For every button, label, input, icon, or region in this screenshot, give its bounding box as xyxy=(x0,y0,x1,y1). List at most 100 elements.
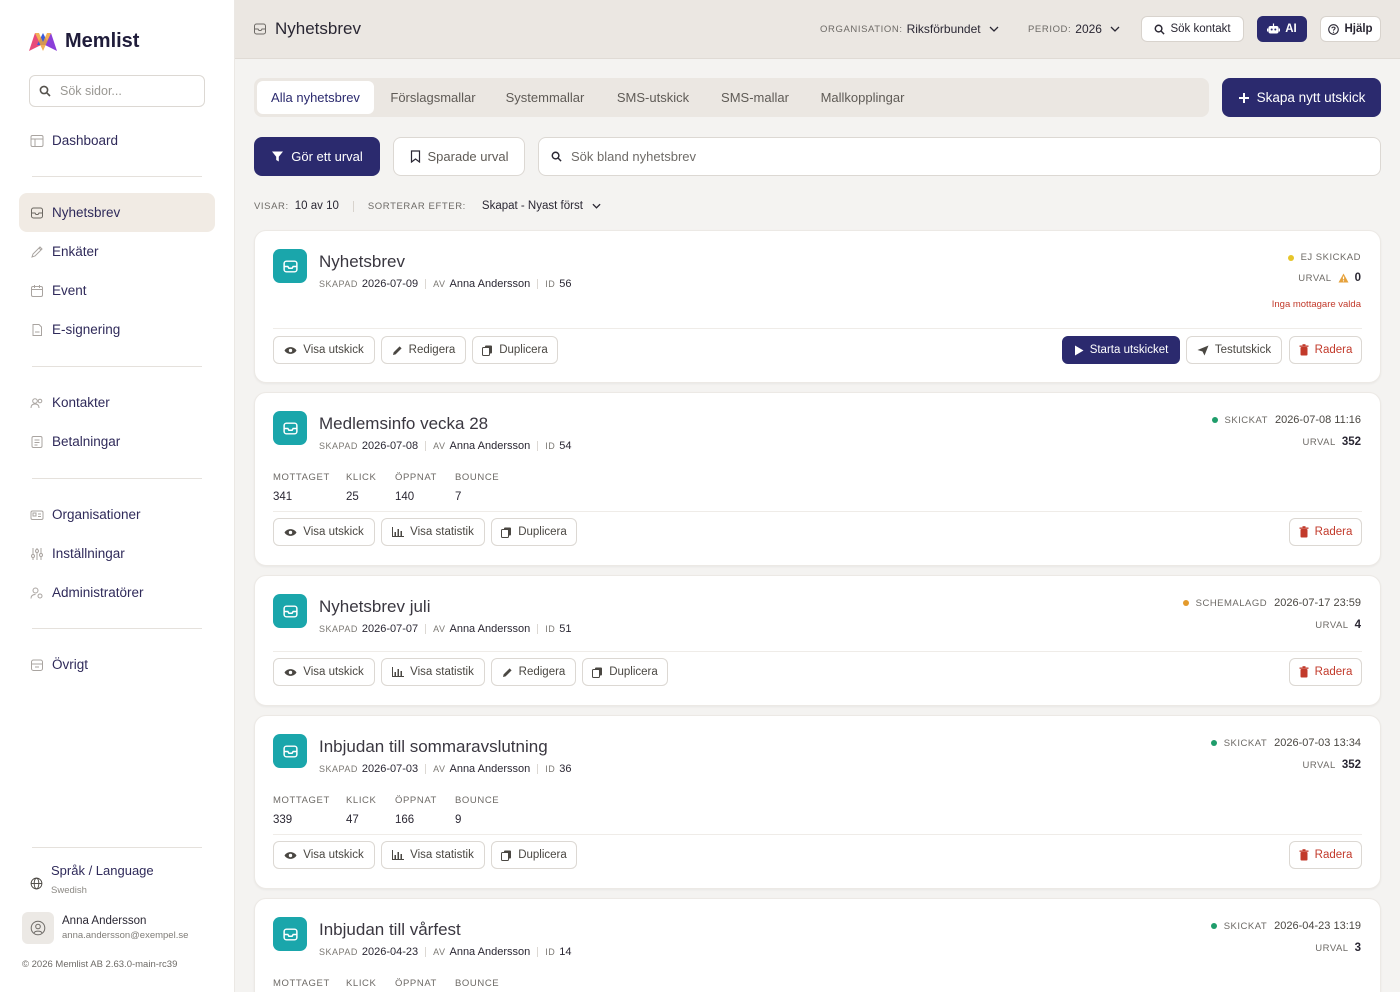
card-title[interactable]: Medlemsinfo vecka 28 xyxy=(319,414,488,434)
card-title[interactable]: Nyhetsbrev juli xyxy=(319,597,431,617)
help-button[interactable]: Hjälp xyxy=(1320,16,1381,42)
duplicate-button[interactable]: Duplicera xyxy=(491,841,577,869)
sidebar-item-esign[interactable]: E-signering xyxy=(19,310,215,349)
sidebar-item-newsletter[interactable]: Nyhetsbrev xyxy=(19,193,215,232)
tab-all-newsletters[interactable]: Alla nyhetsbrev xyxy=(257,81,374,114)
search-contact-button[interactable]: Sök kontakt xyxy=(1141,16,1244,42)
sort-value[interactable]: Skapat - Nyast först xyxy=(482,200,583,212)
sidebar-item-surveys[interactable]: Enkäter xyxy=(19,232,215,271)
play-icon xyxy=(1074,345,1084,355)
create-sendout-label: Skapa nytt utskick xyxy=(1256,90,1366,105)
view-statistics-button[interactable]: Visa statistik xyxy=(381,841,485,869)
send-icon xyxy=(1197,345,1209,355)
card-title[interactable]: Inbjudan till sommaravslutning xyxy=(319,737,548,757)
language-selector[interactable]: Språk / Language Swedish xyxy=(30,863,154,896)
card-title[interactable]: Nyhetsbrev xyxy=(319,252,405,272)
delete-button[interactable]: Radera xyxy=(1289,336,1362,364)
sidebar-item-label: Organisationer xyxy=(52,507,141,522)
status-dot xyxy=(1210,740,1217,746)
sidebar-item-settings[interactable]: Inställningar xyxy=(19,534,215,573)
urval-label: URVAL xyxy=(1315,942,1349,954)
warning-icon xyxy=(1338,273,1349,283)
sidebar-item-other[interactable]: Övrigt xyxy=(19,645,215,684)
tab-sms-sendouts[interactable]: SMS-utskick xyxy=(604,81,702,114)
sidebar-item-organisations[interactable]: Organisationer xyxy=(19,495,215,534)
stat-label: ÖPPNAT xyxy=(395,795,437,806)
created-label: SKAPAD xyxy=(319,279,358,289)
tab-suggestion-templates[interactable]: Förslagsmallar xyxy=(378,81,488,114)
view-statistics-button[interactable]: Visa statistik xyxy=(381,658,485,686)
create-sendout-button[interactable]: Skapa nytt utskick xyxy=(1222,78,1381,117)
tab-sms-templates[interactable]: SMS-mallar xyxy=(710,81,800,114)
sidebar-item-payments[interactable]: Betalningar xyxy=(19,422,215,461)
action-label: Radera xyxy=(1314,666,1353,678)
sendout-stats: MOTTAGET 341 KLICK 25 ÖPPNAT 140 BOUNCE 7 xyxy=(273,472,515,503)
card-meta: SKAPAD 2026-07-07 AV Anna Andersson ID 51 xyxy=(319,623,571,635)
sidebar-item-admins[interactable]: Administratörer xyxy=(19,573,215,612)
organisation-select[interactable]: ORGANISATION: Riksförbundet xyxy=(820,22,999,36)
chevron-down-icon[interactable] xyxy=(592,203,601,209)
trash-icon xyxy=(1299,849,1309,861)
stat-bounce: BOUNCE 7 xyxy=(455,472,515,503)
created-label: SKAPAD xyxy=(319,764,358,774)
globe-icon xyxy=(30,877,43,890)
sidebar-divider xyxy=(32,176,202,177)
stat-label: ÖPPNAT xyxy=(395,978,437,989)
edit-button[interactable]: Redigera xyxy=(381,336,466,364)
action-label: Duplicera xyxy=(609,666,658,678)
urval-value: 352 xyxy=(1341,759,1361,771)
edit-button[interactable]: Redigera xyxy=(491,658,576,686)
sidebar-item-event[interactable]: Event xyxy=(19,271,215,310)
stat-label: MOTTAGET xyxy=(273,978,330,989)
ai-button[interactable]: AI xyxy=(1257,16,1307,42)
card-title[interactable]: Inbjudan till vårfest xyxy=(319,920,461,940)
brand-logo[interactable]: Memlist xyxy=(28,30,139,53)
urval-count: URVAL 3 xyxy=(1315,942,1361,954)
sidebar-divider xyxy=(32,847,202,848)
duplicate-button[interactable]: Duplicera xyxy=(491,518,577,546)
delete-button[interactable]: Radera xyxy=(1289,658,1362,686)
newsletter-search-input[interactable] xyxy=(571,149,1351,164)
test-sendout-button[interactable]: Testutskick xyxy=(1186,336,1282,364)
stat-opened: ÖPPNAT xyxy=(395,978,455,989)
make-selection-label: Gör ett urval xyxy=(291,149,363,164)
sidebar-item-contacts[interactable]: Kontakter xyxy=(19,383,215,422)
showing-value: 10 av 10 xyxy=(294,200,339,212)
pencil-icon xyxy=(502,667,512,677)
action-label: Visa utskick xyxy=(303,526,364,538)
sidebar-item-label: Event xyxy=(52,283,87,298)
card-divider xyxy=(273,328,1362,329)
tab-system-templates[interactable]: Systemmallar xyxy=(494,81,596,114)
sidebar-item-label: Enkäter xyxy=(52,244,99,259)
sidebar-search-input[interactable] xyxy=(60,84,190,98)
view-sendout-button[interactable]: Visa utskick xyxy=(273,841,375,869)
delete-button[interactable]: Radera xyxy=(1289,518,1362,546)
start-sendout-button[interactable]: Starta utskicket xyxy=(1062,336,1180,364)
sidebar-item-label: Betalningar xyxy=(52,434,121,449)
created-date: 2026-07-09 xyxy=(361,278,419,290)
period-select[interactable]: PERIOD: 2026 xyxy=(1028,22,1120,36)
newsletter-search[interactable] xyxy=(538,137,1381,176)
view-sendout-button[interactable]: Visa utskick xyxy=(273,658,375,686)
stat-value: 341 xyxy=(273,491,293,503)
memlist-logo-icon xyxy=(29,32,57,51)
duplicate-button[interactable]: Duplicera xyxy=(582,658,668,686)
action-label: Starta utskicket xyxy=(1089,344,1169,356)
tab-template-links[interactable]: Mallkopplingar xyxy=(810,81,915,114)
sidebar-item-dashboard[interactable]: Dashboard xyxy=(19,121,215,160)
status-dot xyxy=(1182,600,1189,606)
view-statistics-button[interactable]: Visa statistik xyxy=(381,518,485,546)
view-sendout-button[interactable]: Visa utskick xyxy=(273,336,375,364)
organisation-label: ORGANISATION: xyxy=(820,23,903,35)
status-dot xyxy=(1210,923,1217,929)
delete-button[interactable]: Radera xyxy=(1289,841,1362,869)
sendout-stats: MOTTAGET 339 KLICK 47 ÖPPNAT 166 BOUNCE 9 xyxy=(273,795,515,826)
action-label: Duplicera xyxy=(499,344,548,356)
duplicate-button[interactable]: Duplicera xyxy=(472,336,558,364)
make-selection-button[interactable]: Gör ett urval xyxy=(254,137,380,176)
sidebar-search[interactable] xyxy=(29,75,205,107)
saved-selections-button[interactable]: Sparade urval xyxy=(393,137,525,176)
view-sendout-button[interactable]: Visa utskick xyxy=(273,518,375,546)
user-profile[interactable]: Anna Andersson anna.andersson@exempel.se xyxy=(22,912,188,944)
action-label: Visa utskick xyxy=(303,666,364,678)
